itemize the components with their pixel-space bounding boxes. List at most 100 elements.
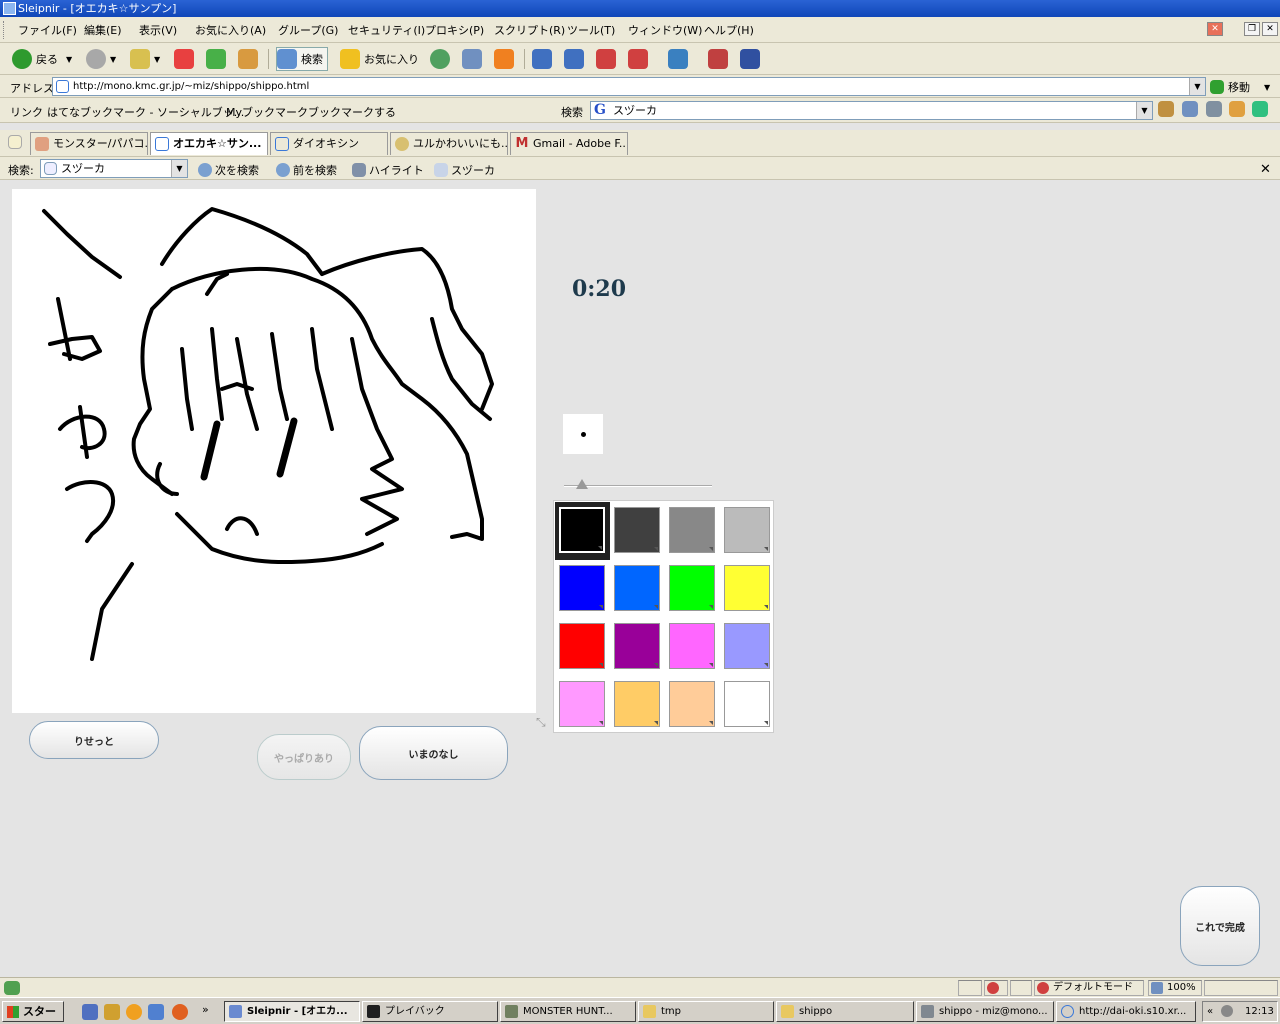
popup-block-cell[interactable] (984, 980, 1008, 996)
more-icon[interactable]: » (202, 1003, 209, 1016)
reset-button[interactable]: りせっと (29, 721, 159, 759)
menu-file[interactable]: ファイル(F) (18, 22, 77, 38)
swatch-yellow[interactable] (720, 560, 775, 618)
rss-button[interactable] (494, 47, 518, 71)
close-window-icon[interactable]: ✕ (1262, 22, 1278, 36)
menu-favorites[interactable]: お気に入り(A) (195, 22, 266, 38)
quicklaunch-icon[interactable] (104, 1004, 120, 1020)
brush-size-slider[interactable] (562, 479, 712, 493)
cascade-button[interactable] (532, 47, 556, 71)
window-button[interactable] (668, 47, 692, 71)
drawing-canvas[interactable] (12, 189, 536, 713)
up-button[interactable]: ▼ (130, 47, 160, 71)
tile-vertical-button[interactable] (596, 47, 620, 71)
find-next-button[interactable]: 次を検索 (198, 162, 259, 178)
swatch-sky-blue[interactable] (610, 560, 665, 618)
amazon-icon[interactable] (1229, 101, 1245, 117)
chevron-down-icon[interactable]: ▼ (1189, 78, 1205, 95)
highlight-button[interactable]: ハイライト (352, 162, 424, 178)
show-desktop-icon[interactable] (82, 1004, 98, 1020)
firefox-icon[interactable] (172, 1004, 188, 1020)
search-go-icon[interactable] (1158, 101, 1174, 117)
translate-jp-button[interactable] (708, 47, 732, 71)
swatch-white[interactable] (720, 676, 775, 734)
chevron-down-icon[interactable]: ▼ (1136, 102, 1152, 119)
menu-help[interactable]: ヘルプ(H) (704, 22, 754, 38)
chevron-down-icon[interactable]: ▼ (110, 55, 116, 64)
history-button[interactable] (430, 47, 454, 71)
swatch-green[interactable] (665, 560, 720, 618)
tile-horizontal-button[interactable] (564, 47, 588, 71)
n-icon[interactable] (1252, 101, 1268, 117)
quicklaunch-icon[interactable] (148, 1004, 164, 1020)
close-findbar-icon[interactable]: ✕ (1260, 162, 1271, 177)
close-tab-icon[interactable]: ✕ (1207, 22, 1223, 36)
address-input[interactable]: http://mono.kmc.gr.jp/~miz/shippo/shippo… (52, 77, 1206, 96)
menu-security[interactable]: セキュリティ(I) (348, 22, 425, 38)
task-sleipnir[interactable]: Sleipnir - [オエカ... (224, 1001, 360, 1022)
swatch-orange[interactable] (610, 676, 665, 734)
menu-edit[interactable]: 編集(E) (84, 22, 122, 38)
mode-cell[interactable]: デフォルトモード (1034, 980, 1144, 996)
menu-script[interactable]: スクリプト(R) (494, 22, 565, 38)
task-shippo-folder[interactable]: shippo (776, 1001, 914, 1022)
forward-button[interactable]: ▼ (86, 47, 116, 71)
task-shippo-terminal[interactable]: shippo - miz@mono... (916, 1001, 1054, 1022)
menu-proxy[interactable]: プロキシ(P) (425, 22, 484, 38)
chevron-down-icon[interactable]: ▼ (66, 55, 72, 64)
search-button[interactable]: 検索 (276, 47, 328, 71)
new-tab-icon[interactable] (8, 135, 22, 149)
start-button[interactable]: スタート (2, 1001, 64, 1022)
tray-app-icon[interactable] (1221, 1005, 1233, 1017)
swatch-dark-gray[interactable] (610, 502, 665, 560)
swatch-blue[interactable] (555, 560, 610, 618)
resize-handle-icon[interactable]: ⤡ (536, 715, 550, 729)
task-monster-hunter[interactable]: MONSTER HUNT... (500, 1001, 636, 1022)
find-word-button[interactable]: スヅーカ (434, 162, 495, 178)
slider-thumb[interactable] (576, 479, 588, 489)
tab-oekaki[interactable]: オエカキ☆サン... (150, 132, 268, 155)
link-hatena-bookmark[interactable]: はてなブックマーク - ソーシャルブッ... (47, 104, 244, 120)
menu-group[interactable]: グループ(G) (278, 22, 338, 38)
back-button[interactable]: 戻る ▼ (12, 47, 72, 71)
tab-dioxin[interactable]: ダイオキシン (270, 132, 388, 155)
swatch-black[interactable] (555, 502, 610, 560)
link-add-bookmark[interactable]: ブックマークする (308, 104, 396, 120)
task-playback[interactable]: プレイバック (362, 1001, 498, 1022)
menu-tools[interactable]: ツール(T) (567, 22, 615, 38)
swatch-peach[interactable] (665, 676, 720, 734)
swatch-purple[interactable] (610, 618, 665, 676)
quicklaunch-icon[interactable] (126, 1004, 142, 1020)
highlight-icon[interactable] (1206, 101, 1222, 117)
menu-view[interactable]: 表示(V) (139, 22, 177, 38)
tab-monster[interactable]: モンスター/パパコ... (30, 132, 148, 155)
stop-button[interactable] (174, 47, 198, 71)
restore-icon[interactable]: ❐ (1244, 22, 1260, 36)
search-page-icon[interactable] (1182, 101, 1198, 117)
swatch-lavender[interactable] (720, 618, 775, 676)
finish-button[interactable]: これで完成 (1180, 886, 1260, 966)
undo-button[interactable]: いまのなし (359, 726, 508, 780)
redo-button[interactable]: やっぱりあり (257, 734, 351, 780)
zoom-cell[interactable]: 100% (1148, 980, 1202, 996)
task-ie[interactable]: http://dai-oki.s10.xr... (1056, 1001, 1196, 1022)
link-my-bookmark[interactable]: Myブックマーク (226, 104, 308, 120)
find-input[interactable]: スヅーカ ▼ (40, 159, 188, 178)
menu-window[interactable]: ウィンドウ(W) (628, 22, 702, 38)
toolbar-grip[interactable] (3, 21, 6, 39)
task-tmp[interactable]: tmp (638, 1001, 774, 1022)
swatch-pink[interactable] (665, 618, 720, 676)
find-prev-button[interactable]: 前を検索 (276, 162, 337, 178)
swatch-light-pink[interactable] (555, 676, 610, 734)
go-button[interactable]: 移動 ▼ (1210, 79, 1270, 95)
translate-en-button[interactable] (740, 47, 764, 71)
favorites-button[interactable]: お気に入り (340, 47, 419, 71)
swatch-gray[interactable] (665, 502, 720, 560)
tab-yurukawa[interactable]: ユルかわいいにも... (390, 132, 508, 155)
close-all-button[interactable] (628, 47, 652, 71)
tree-button[interactable] (462, 47, 486, 71)
tab-gmail[interactable]: M Gmail - Adobe F... (510, 132, 628, 155)
swatch-red[interactable] (555, 618, 610, 676)
reload-button[interactable] (206, 47, 230, 71)
chevron-down-icon[interactable]: ▼ (1264, 83, 1270, 92)
